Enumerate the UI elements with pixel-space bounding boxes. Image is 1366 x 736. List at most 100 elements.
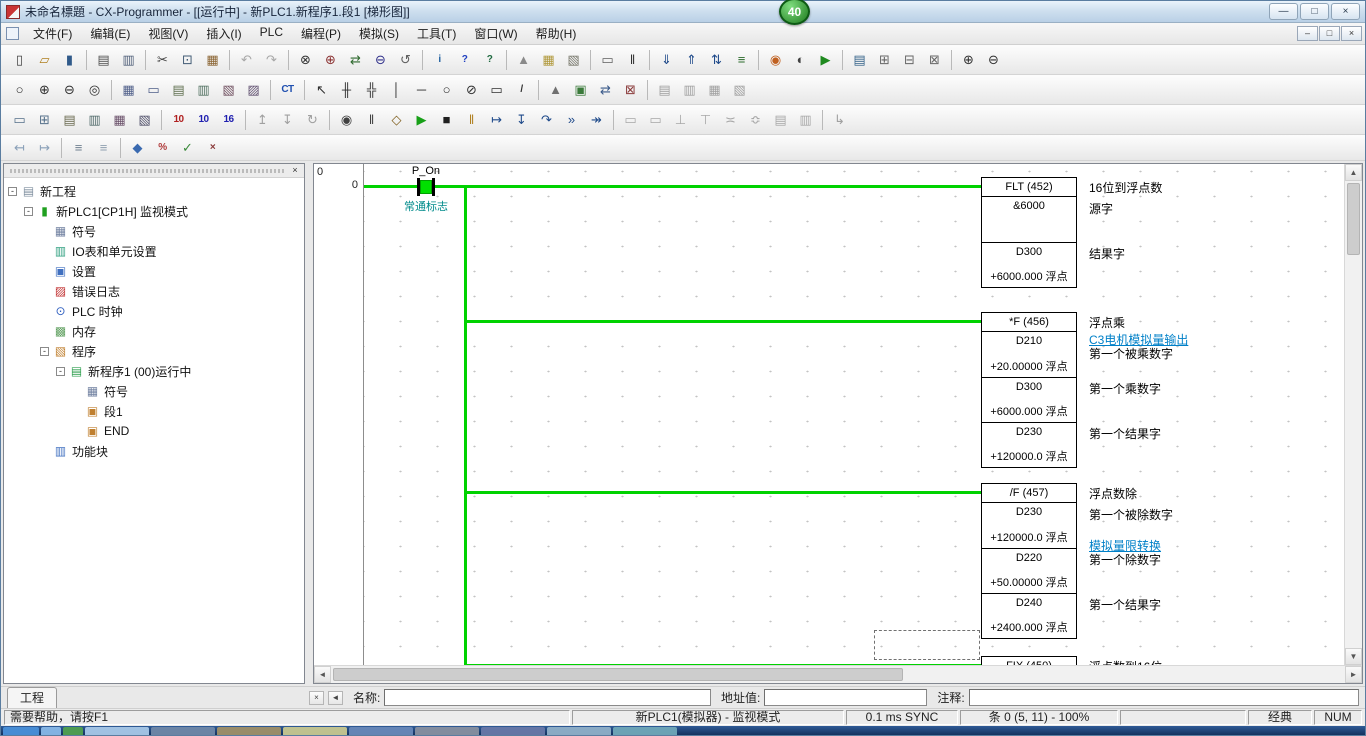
next-reference-button[interactable]: ↧ xyxy=(276,108,299,131)
menu-item[interactable]: 视图(V) xyxy=(139,23,197,44)
tree-toggle[interactable] xyxy=(40,307,49,316)
sfc-divergence-button[interactable]: ⊤ xyxy=(694,108,717,131)
show-rungs-button[interactable]: ▭ xyxy=(142,78,165,101)
show-symbols-button[interactable]: ▥ xyxy=(192,78,215,101)
symbol-bar-prev-icon[interactable]: ◄ xyxy=(328,691,343,705)
watch-window-button[interactable]: ▤ xyxy=(848,48,871,71)
online-edit-begin-button[interactable]: ▣ xyxy=(569,78,592,101)
refresh-button[interactable]: ↻ xyxy=(301,108,324,131)
run-button[interactable]: ▶ xyxy=(410,108,433,131)
horizontal-scrollbar[interactable]: ◄ ► xyxy=(314,665,1362,683)
invert-button[interactable]: / xyxy=(510,78,533,101)
zoom-out-button[interactable]: ⊖ xyxy=(982,48,1005,71)
zoom-in-button[interactable]: ⊕ xyxy=(957,48,980,71)
minimize-button[interactable]: — xyxy=(1269,3,1298,20)
new-window-button[interactable]: ▭ xyxy=(596,48,619,71)
paste-button[interactable]: ▦ xyxy=(201,48,224,71)
tree-item-program1-symbols[interactable]: ▦ 符号 xyxy=(4,381,304,401)
new-coil-button[interactable]: ○ xyxy=(435,78,458,101)
vertical-scrollbar[interactable]: ▲ ▼ xyxy=(1344,164,1362,665)
tree-toggle[interactable] xyxy=(40,267,49,276)
print-preview-button[interactable]: ▥ xyxy=(117,48,140,71)
tree-toggle[interactable]: - xyxy=(40,347,49,356)
sfc-transition-button[interactable]: ⊥ xyxy=(669,108,692,131)
find-symbol-button[interactable]: ⊖ xyxy=(369,48,392,71)
tree-toggle[interactable] xyxy=(72,427,81,436)
tree-toggle[interactable] xyxy=(40,287,49,296)
menu-item[interactable]: 模拟(S) xyxy=(350,23,408,44)
open-button[interactable]: ▱ xyxy=(33,48,56,71)
hex-button[interactable]: 16 xyxy=(217,108,240,131)
panel-splitter[interactable] xyxy=(305,163,313,684)
zoom-in-button-2[interactable]: ⊕ xyxy=(33,78,56,101)
tree-item-end[interactable]: ▣ END xyxy=(4,421,304,441)
new-instruction-button[interactable]: ▭ xyxy=(485,78,508,101)
new-closed-coil-button[interactable]: ⊘ xyxy=(460,78,483,101)
about-button[interactable]: i xyxy=(428,48,451,71)
menu-item[interactable]: 文件(F) xyxy=(24,23,81,44)
help-button[interactable]: ? xyxy=(453,48,476,71)
menu-item[interactable]: 窗口(W) xyxy=(465,23,526,44)
taskbar-window-7[interactable] xyxy=(481,727,545,735)
tree-item-plc-clock[interactable]: ⊙ PLC 时钟 xyxy=(4,301,304,321)
differential-monitor-button[interactable]: ◇ xyxy=(385,108,408,131)
find-next-button[interactable]: ⊕ xyxy=(319,48,342,71)
compile-button[interactable]: ▲ xyxy=(512,48,535,71)
context-help-button[interactable]: ? xyxy=(478,48,501,71)
tree-toggle[interactable]: - xyxy=(56,367,65,376)
online-edit-send-button[interactable]: ⇄ xyxy=(594,78,617,101)
settings-view-button[interactable]: ▧ xyxy=(133,108,156,131)
instruction-block[interactable]: *F (456) D210 +20.00000 浮点 D300 +6000. xyxy=(981,312,1077,468)
horizontal-scroll-thumb[interactable] xyxy=(333,668,903,681)
undo-button[interactable]: ↶ xyxy=(235,48,258,71)
verify-button[interactable]: ≡ xyxy=(730,48,753,71)
show-comments-button[interactable]: ▤ xyxy=(167,78,190,101)
fb-edit-button[interactable]: ▦ xyxy=(703,78,726,101)
taskbar-window-2[interactable] xyxy=(151,727,215,735)
drag-handle[interactable] xyxy=(10,169,284,173)
tree-toggle[interactable]: - xyxy=(24,207,33,216)
symbol-table-button[interactable]: ▦ xyxy=(537,48,560,71)
force-on-button[interactable]: ✓ xyxy=(176,136,199,159)
tree-toggle[interactable] xyxy=(40,227,49,236)
tree-toggle[interactable] xyxy=(40,247,49,256)
tree-close-icon[interactable]: × xyxy=(288,165,302,177)
retrace-button[interactable]: ↺ xyxy=(394,48,417,71)
download-button[interactable]: ⇓ xyxy=(655,48,678,71)
show-program-button[interactable]: ▧ xyxy=(217,78,240,101)
menu-item[interactable]: 插入(I) xyxy=(197,23,250,44)
menu-item[interactable]: 编程(P) xyxy=(292,23,350,44)
scan-run-button[interactable]: ↠ xyxy=(585,108,608,131)
scroll-down-icon[interactable]: ▼ xyxy=(1345,648,1362,665)
step-run-button[interactable]: ↦ xyxy=(485,108,508,131)
compare-button[interactable]: ⇅ xyxy=(705,48,728,71)
upload-button[interactable]: ⇑ xyxy=(680,48,703,71)
sfc-step-button[interactable]: ▭ xyxy=(644,108,667,131)
tree-item-settings[interactable]: ▣ 设置 xyxy=(4,261,304,281)
unit-setup-button[interactable]: ▥ xyxy=(83,108,106,131)
maximize-button[interactable]: □ xyxy=(1300,3,1329,20)
grid-button[interactable]: ▦ xyxy=(117,78,140,101)
tree-item-project-root[interactable]: - ▤ 新工程 xyxy=(4,181,304,201)
menu-item[interactable]: 工具(T) xyxy=(408,23,465,44)
show-sections-button[interactable]: ▨ xyxy=(242,78,265,101)
step-in-button[interactable]: ↧ xyxy=(510,108,533,131)
continuous-step-button[interactable]: » xyxy=(560,108,583,131)
taskbar-window-8[interactable] xyxy=(547,727,611,735)
decimal-button[interactable]: 10 xyxy=(192,108,215,131)
pause-flag-button[interactable]: ‖ xyxy=(621,48,644,71)
scroll-up-icon[interactable]: ▲ xyxy=(1345,164,1362,181)
close-button[interactable]: × xyxy=(1331,3,1360,20)
stop-button[interactable]: ■ xyxy=(435,108,458,131)
options-button[interactable]: ⊠ xyxy=(923,48,946,71)
instruction-block[interactable]: FIX (450) xyxy=(981,656,1077,665)
horizontal-line-button[interactable]: ─ xyxy=(410,78,433,101)
save-button[interactable]: ▮ xyxy=(58,48,81,71)
return-button[interactable]: ↳ xyxy=(828,108,851,131)
list-view-button[interactable]: ≡ xyxy=(67,136,90,159)
vertical-scroll-thumb[interactable] xyxy=(1347,183,1360,255)
instruction-block[interactable]: /F (457) D230 +120000.0 浮点 D220 +50.00 xyxy=(981,483,1077,639)
zoom-100-button[interactable]: ◎ xyxy=(83,78,106,101)
taskbar-window-4[interactable] xyxy=(283,727,347,735)
zoom-fit-button[interactable]: ○ xyxy=(8,78,31,101)
